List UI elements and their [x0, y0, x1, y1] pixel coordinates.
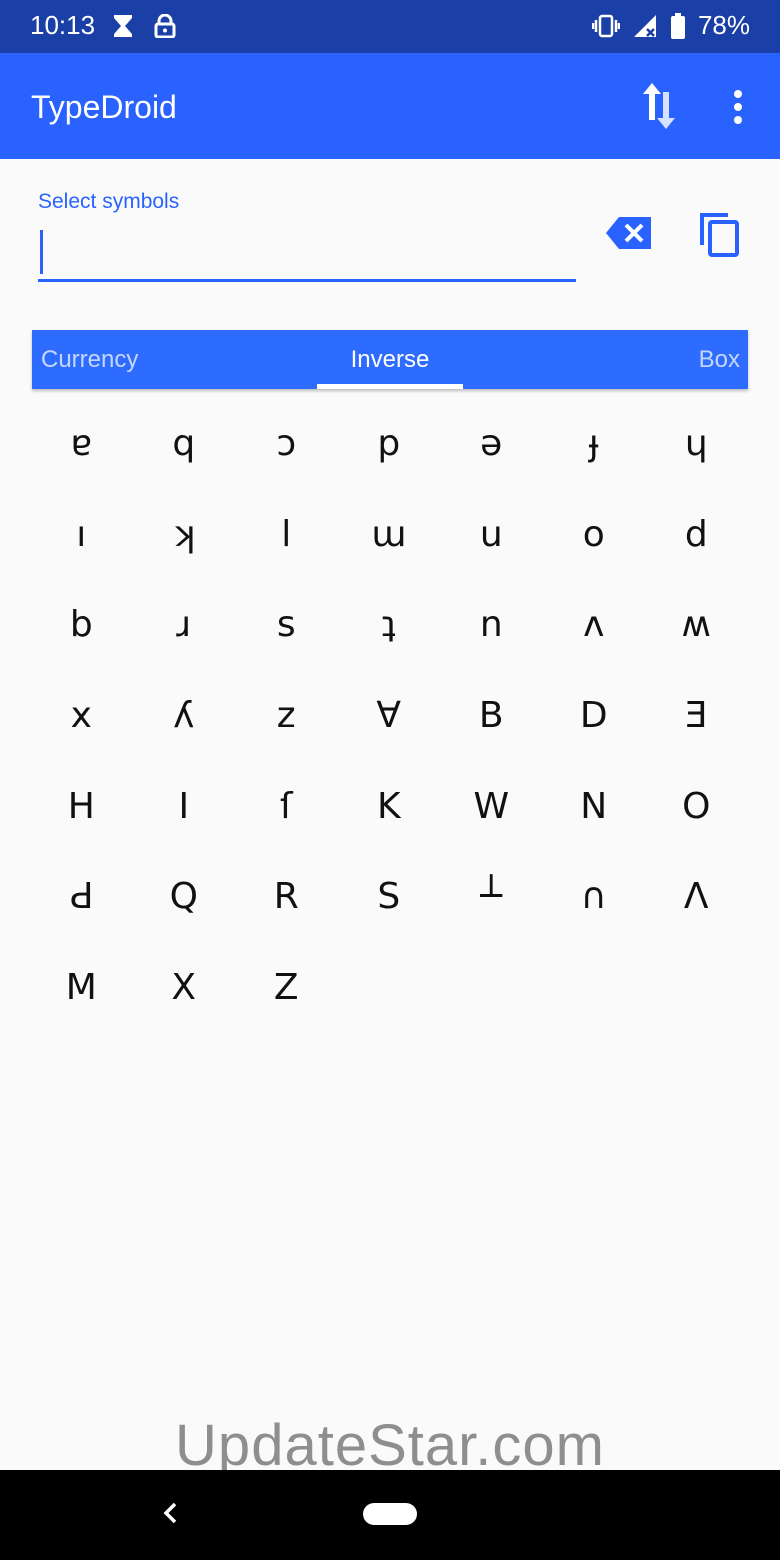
symbol-key[interactable]: R: [235, 851, 338, 942]
symbol-key[interactable]: ʍ: [645, 579, 748, 670]
status-left-icons: [112, 14, 176, 38]
symbol-key[interactable]: ʇ: [338, 579, 441, 670]
symbol-key[interactable]: z: [235, 670, 338, 761]
tab-inverse[interactable]: Inverse: [317, 330, 463, 389]
symbol-key[interactable]: H: [30, 761, 133, 852]
symbol-key[interactable]: W: [440, 761, 543, 852]
copy-button[interactable]: [696, 210, 742, 262]
clear-button[interactable]: [604, 214, 654, 256]
symbol-key[interactable]: Z: [235, 942, 338, 1033]
symbol-key[interactable]: ɹ: [133, 579, 236, 670]
symbol-key[interactable]: ʎ: [133, 670, 236, 761]
input-label: Select symbols: [38, 190, 180, 213]
symbol-key[interactable]: ǝ: [440, 398, 543, 489]
symbol-key[interactable]: ∩: [543, 851, 646, 942]
swap-button[interactable]: [636, 81, 682, 135]
symbol-key[interactable]: Λ: [645, 851, 748, 942]
symbol-key[interactable]: Q: [133, 851, 236, 942]
navigation-bar: [0, 1470, 780, 1560]
status-bar: 10:13 78%: [0, 0, 780, 53]
overflow-menu-button[interactable]: [722, 83, 754, 135]
symbol-key[interactable]: ı: [30, 489, 133, 580]
symbol-key[interactable]: ɯ: [338, 489, 441, 580]
status-right-icons: 78%: [591, 10, 750, 41]
nav-back-button[interactable]: [158, 1500, 182, 1530]
symbol-key[interactable]: s: [235, 579, 338, 670]
tab-currency[interactable]: Currency: [41, 330, 138, 389]
symbol-key[interactable]: X: [133, 942, 236, 1033]
status-time: 10:13: [30, 10, 96, 40]
category-tab-bar: Currency Inverse Box: [32, 330, 748, 389]
symbol-key[interactable]: d: [645, 489, 748, 580]
app-bar: TypeDroid: [0, 53, 780, 159]
symbol-key[interactable]: b: [30, 579, 133, 670]
active-tab-indicator: [317, 384, 463, 389]
symbol-key[interactable]: n: [440, 579, 543, 670]
watermark: UpdateStar.com: [175, 1413, 605, 1478]
app-title: TypeDroid: [31, 89, 177, 125]
symbol-key[interactable]: x: [30, 670, 133, 761]
vibrate-icon: [591, 14, 620, 38]
symbol-key[interactable]: ʞ: [133, 489, 236, 580]
nav-home-button[interactable]: [363, 1503, 417, 1525]
text-cursor: [40, 230, 43, 274]
copy-icon: [698, 211, 740, 262]
symbol-key[interactable]: Ǝ: [645, 670, 748, 761]
battery-icon: [670, 12, 686, 39]
symbol-key[interactable]: ʌ: [543, 579, 646, 670]
tab-box[interactable]: Box: [699, 330, 740, 389]
symbol-key[interactable]: ſ: [235, 761, 338, 852]
swap-vertical-icon: [642, 81, 676, 136]
symbol-key[interactable]: N: [543, 761, 646, 852]
symbol-key[interactable]: p: [338, 398, 441, 489]
backspace-icon: [605, 216, 653, 255]
symbol-key[interactable]: ɟ: [543, 398, 646, 489]
symbol-key[interactable]: q: [133, 398, 236, 489]
symbol-key[interactable]: l: [235, 489, 338, 580]
symbol-key[interactable]: D: [543, 670, 646, 761]
symbol-key[interactable]: ɔ: [235, 398, 338, 489]
symbol-key[interactable]: O: [645, 761, 748, 852]
symbol-key[interactable]: ∀: [338, 670, 441, 761]
symbol-key[interactable]: Ԁ: [30, 851, 133, 942]
more-vert-icon: [733, 89, 743, 129]
symbol-key[interactable]: S: [338, 851, 441, 942]
lock-icon: [154, 14, 176, 38]
symbol-key[interactable]: K: [338, 761, 441, 852]
symbol-key[interactable]: u: [440, 489, 543, 580]
signal-icon: [632, 13, 658, 39]
symbol-key[interactable]: ɐ: [30, 398, 133, 489]
symbol-key[interactable]: ┴: [440, 851, 543, 942]
chevron-left-icon: [162, 1501, 178, 1530]
symbol-key[interactable]: M: [30, 942, 133, 1033]
symbol-key[interactable]: o: [543, 489, 646, 580]
symbol-input[interactable]: [38, 226, 576, 282]
symbol-key[interactable]: ɥ: [645, 398, 748, 489]
symbol-key[interactable]: I: [133, 761, 236, 852]
hourglass-icon: [112, 14, 134, 38]
symbol-key[interactable]: B: [440, 670, 543, 761]
battery-percent: 78%: [697, 10, 750, 40]
symbol-grid: ɐ q ɔ p ǝ ɟ ɥ ı ʞ l ɯ u o d b ɹ s ʇ n ʌ …: [30, 398, 748, 1033]
